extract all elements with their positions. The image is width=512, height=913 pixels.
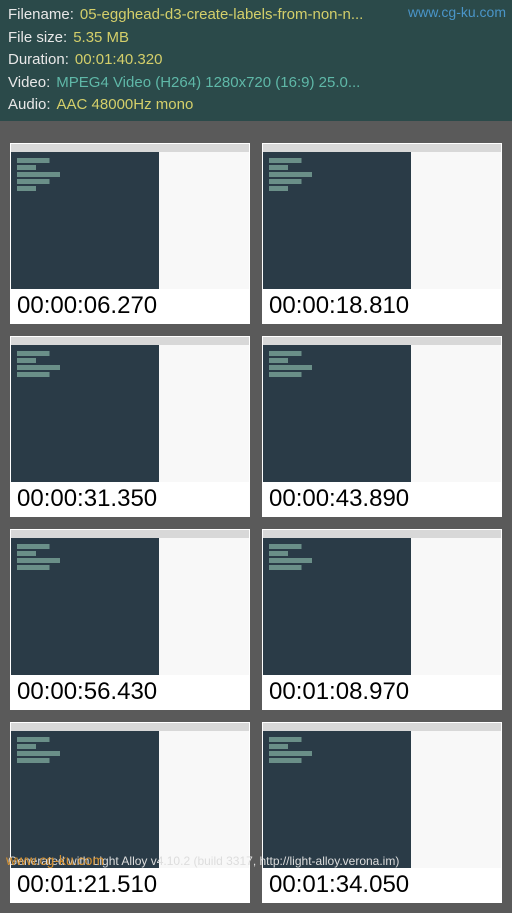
audio-value: AAC 48000Hz mono [57,94,194,117]
filename-value: 05-egghead-d3-create-labels-from-non-n..… [80,4,363,27]
thumbnail-image [11,337,249,482]
thumbnail-timestamp: 00:00:43.890 [263,482,501,516]
thumbnail-image [263,337,501,482]
filename-label: Filename: [8,4,74,27]
watermark-bottom: www.cg-ku.com [6,852,104,868]
thumbnail-grid: 00:00:06.270 00:00:18.810 00:00:31.350 0… [0,121,512,913]
thumbnail-item: 00:01:21.510 [10,722,250,903]
video-label: Video: [8,72,50,95]
thumbnail-timestamp: 00:01:21.510 [11,868,249,902]
thumbnail-item: 00:00:18.810 [262,143,502,324]
thumbnail-image [263,144,501,289]
thumbnail-image [263,723,501,868]
thumbnail-timestamp: 00:00:18.810 [263,289,501,323]
duration-value: 00:01:40.320 [75,49,163,72]
thumbnail-item: 00:00:43.890 [262,336,502,517]
duration-label: Duration: [8,49,69,72]
thumbnail-timestamp: 00:00:06.270 [11,289,249,323]
watermark-top: www.cg-ku.com [408,4,506,20]
thumbnail-timestamp: 00:00:31.350 [11,482,249,516]
thumbnail-image [11,144,249,289]
thumbnail-item: 00:01:34.050 [262,722,502,903]
filesize-label: File size: [8,27,67,50]
thumbnail-timestamp: 00:01:34.050 [263,868,501,902]
thumbnail-item: 00:00:31.350 [10,336,250,517]
thumbnail-image [263,530,501,675]
filesize-value: 5.35 MB [73,27,129,50]
thumbnail-item: 00:00:06.270 [10,143,250,324]
audio-label: Audio: [8,94,51,117]
video-value: MPEG4 Video (H264) 1280x720 (16:9) 25.0.… [56,72,360,95]
thumbnail-timestamp: 00:01:08.970 [263,675,501,709]
thumbnail-image [11,723,249,868]
thumbnail-image [11,530,249,675]
thumbnail-timestamp: 00:00:56.430 [11,675,249,709]
thumbnail-item: 00:00:56.430 [10,529,250,710]
thumbnail-item: 00:01:08.970 [262,529,502,710]
